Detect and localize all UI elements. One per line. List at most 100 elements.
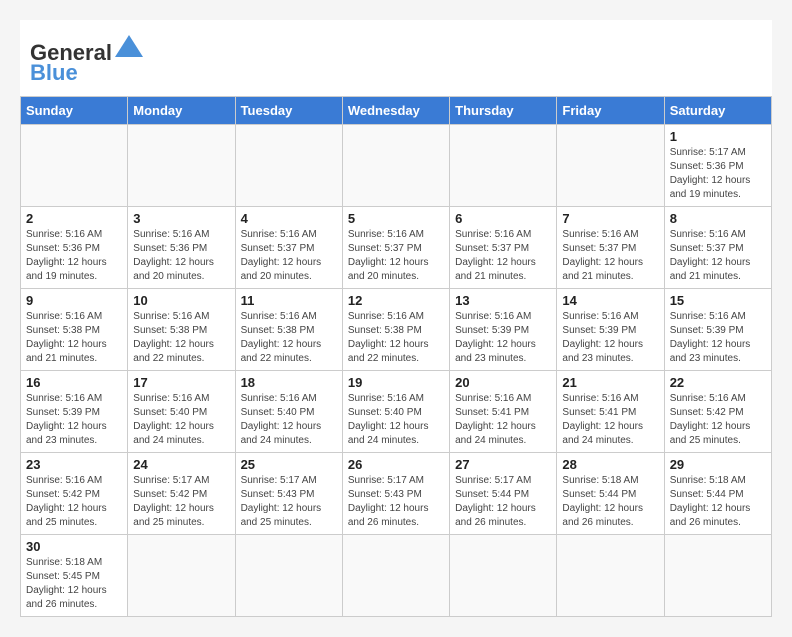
calendar-row-1: 1 Sunrise: 5:17 AM Sunset: 5:36 PM Daylig… (21, 125, 772, 207)
calendar-cell: 21Sunrise: 5:16 AM Sunset: 5:41 PM Dayli… (557, 371, 664, 453)
day-info: Sunrise: 5:18 AM Sunset: 5:44 PM Dayligh… (670, 474, 766, 530)
day-number: 5 (348, 211, 444, 226)
day-info: Sunrise: 5:16 AM Sunset: 5:40 PM Dayligh… (133, 392, 229, 448)
day-info: Sunrise: 5:16 AM Sunset: 5:36 PM Dayligh… (26, 228, 122, 284)
calendar-cell (128, 535, 235, 617)
day-number: 28 (562, 457, 658, 472)
calendar-cell (450, 535, 557, 617)
calendar-cell: 15 Sunrise: 5:16 AM Sunset: 5:39 PM Dayli… (664, 289, 771, 371)
calendar-row-2: 2 Sunrise: 5:16 AM Sunset: 5:36 PM Daylig… (21, 207, 772, 289)
day-info: Sunrise: 5:16 AM Sunset: 5:39 PM Dayligh… (26, 392, 122, 448)
day-number: 6 (455, 211, 551, 226)
calendar-cell (128, 125, 235, 207)
calendar-cell: 24Sunrise: 5:17 AM Sunset: 5:42 PM Dayli… (128, 453, 235, 535)
header: General Blue (20, 20, 772, 96)
day-info: Sunrise: 5:16 AM Sunset: 5:41 PM Dayligh… (455, 392, 551, 448)
day-info: Sunrise: 5:16 AM Sunset: 5:41 PM Dayligh… (562, 392, 658, 448)
day-number: 1 (670, 129, 766, 144)
calendar-cell: 27 Sunrise: 5:17 AM Sunset: 5:44 PM Dayli… (450, 453, 557, 535)
calendar-cell: 7 Sunrise: 5:16 AM Sunset: 5:37 PM Daylig… (557, 207, 664, 289)
day-number: 11 (241, 293, 337, 308)
calendar-row-5: 23 Sunrise: 5:16 AM Sunset: 5:42 PM Dayli… (21, 453, 772, 535)
calendar-cell: 26Sunrise: 5:17 AM Sunset: 5:43 PM Dayli… (342, 453, 449, 535)
calendar-cell: 28Sunrise: 5:18 AM Sunset: 5:44 PM Dayli… (557, 453, 664, 535)
calendar-cell: 18Sunrise: 5:16 AM Sunset: 5:40 PM Dayli… (235, 371, 342, 453)
calendar-cell: 17 Sunrise: 5:16 AM Sunset: 5:40 PM Dayli… (128, 371, 235, 453)
calendar-cell: 9 Sunrise: 5:16 AM Sunset: 5:38 PM Daylig… (21, 289, 128, 371)
calendar-cell (342, 535, 449, 617)
calendar-row-3: 9 Sunrise: 5:16 AM Sunset: 5:38 PM Daylig… (21, 289, 772, 371)
calendar-cell (342, 125, 449, 207)
day-info: Sunrise: 5:16 AM Sunset: 5:37 PM Dayligh… (562, 228, 658, 284)
day-number: 25 (241, 457, 337, 472)
calendar-cell: 8Sunrise: 5:16 AM Sunset: 5:37 PM Daylig… (664, 207, 771, 289)
calendar-cell: 19Sunrise: 5:16 AM Sunset: 5:40 PM Dayli… (342, 371, 449, 453)
day-number: 23 (26, 457, 122, 472)
calendar-page: General Blue SundayMondayTuesdayWednesda… (20, 20, 772, 617)
calendar-cell (21, 125, 128, 207)
day-number: 15 (670, 293, 766, 308)
day-number: 27 (455, 457, 551, 472)
calendar-cell: 10Sunrise: 5:16 AM Sunset: 5:38 PM Dayli… (128, 289, 235, 371)
day-info: Sunrise: 5:16 AM Sunset: 5:42 PM Dayligh… (670, 392, 766, 448)
calendar-cell: 12 Sunrise: 5:16 AM Sunset: 5:38 PM Dayli… (342, 289, 449, 371)
day-info: Sunrise: 5:16 AM Sunset: 5:38 PM Dayligh… (26, 310, 122, 366)
calendar-cell: 11 Sunrise: 5:16 AM Sunset: 5:38 PM Dayli… (235, 289, 342, 371)
day-info: Sunrise: 5:16 AM Sunset: 5:37 PM Dayligh… (670, 228, 766, 284)
calendar-cell: 20 Sunrise: 5:16 AM Sunset: 5:41 PM Dayli… (450, 371, 557, 453)
day-number: 19 (348, 375, 444, 390)
day-info: Sunrise: 5:16 AM Sunset: 5:39 PM Dayligh… (562, 310, 658, 366)
calendar-cell: 23 Sunrise: 5:16 AM Sunset: 5:42 PM Dayli… (21, 453, 128, 535)
calendar-cell (235, 535, 342, 617)
day-number: 20 (455, 375, 551, 390)
weekday-saturday: Saturday (664, 97, 771, 125)
day-number: 2 (26, 211, 122, 226)
day-number: 4 (241, 211, 337, 226)
weekday-sunday: Sunday (21, 97, 128, 125)
calendar-table: SundayMondayTuesdayWednesdayThursdayFrid… (20, 96, 772, 617)
day-info: Sunrise: 5:17 AM Sunset: 5:36 PM Dayligh… (670, 146, 766, 202)
day-info: Sunrise: 5:16 AM Sunset: 5:36 PM Dayligh… (133, 228, 229, 284)
day-info: Sunrise: 5:16 AM Sunset: 5:37 PM Dayligh… (348, 228, 444, 284)
day-info: Sunrise: 5:16 AM Sunset: 5:37 PM Dayligh… (455, 228, 551, 284)
day-info: Sunrise: 5:16 AM Sunset: 5:37 PM Dayligh… (241, 228, 337, 284)
logo-blue: Blue (30, 60, 78, 86)
day-info: Sunrise: 5:16 AM Sunset: 5:38 PM Dayligh… (348, 310, 444, 366)
calendar-cell: 14Sunrise: 5:16 AM Sunset: 5:39 PM Dayli… (557, 289, 664, 371)
day-number: 12 (348, 293, 444, 308)
day-info: Sunrise: 5:16 AM Sunset: 5:38 PM Dayligh… (133, 310, 229, 366)
calendar-cell (664, 535, 771, 617)
day-number: 3 (133, 211, 229, 226)
calendar-cell: 25 Sunrise: 5:17 AM Sunset: 5:43 PM Dayli… (235, 453, 342, 535)
calendar-cell (235, 125, 342, 207)
day-number: 30 (26, 539, 122, 554)
weekday-thursday: Thursday (450, 97, 557, 125)
day-number: 17 (133, 375, 229, 390)
weekday-friday: Friday (557, 97, 664, 125)
weekday-monday: Monday (128, 97, 235, 125)
calendar-cell: 16 Sunrise: 5:16 AM Sunset: 5:39 PM Dayli… (21, 371, 128, 453)
day-info: Sunrise: 5:16 AM Sunset: 5:42 PM Dayligh… (26, 474, 122, 530)
day-number: 13 (455, 293, 551, 308)
day-info: Sunrise: 5:17 AM Sunset: 5:43 PM Dayligh… (241, 474, 337, 530)
calendar-cell: 1 Sunrise: 5:17 AM Sunset: 5:36 PM Daylig… (664, 125, 771, 207)
day-info: Sunrise: 5:16 AM Sunset: 5:38 PM Dayligh… (241, 310, 337, 366)
day-info: Sunrise: 5:16 AM Sunset: 5:39 PM Dayligh… (670, 310, 766, 366)
calendar-cell: 2 Sunrise: 5:16 AM Sunset: 5:36 PM Daylig… (21, 207, 128, 289)
calendar-row-6: 30Sunrise: 5:18 AM Sunset: 5:45 PM Dayli… (21, 535, 772, 617)
calendar-cell (450, 125, 557, 207)
day-number: 29 (670, 457, 766, 472)
day-info: Sunrise: 5:16 AM Sunset: 5:39 PM Dayligh… (455, 310, 551, 366)
day-info: Sunrise: 5:17 AM Sunset: 5:44 PM Dayligh… (455, 474, 551, 530)
calendar-cell: 6 Sunrise: 5:16 AM Sunset: 5:37 PM Daylig… (450, 207, 557, 289)
calendar-cell: 30Sunrise: 5:18 AM Sunset: 5:45 PM Dayli… (21, 535, 128, 617)
day-number: 24 (133, 457, 229, 472)
calendar-cell (557, 535, 664, 617)
calendar-cell (557, 125, 664, 207)
day-number: 16 (26, 375, 122, 390)
day-number: 9 (26, 293, 122, 308)
day-number: 7 (562, 211, 658, 226)
logo: General Blue (30, 35, 143, 86)
weekday-header-row: SundayMondayTuesdayWednesdayThursdayFrid… (21, 97, 772, 125)
calendar-cell: 13 Sunrise: 5:16 AM Sunset: 5:39 PM Dayli… (450, 289, 557, 371)
